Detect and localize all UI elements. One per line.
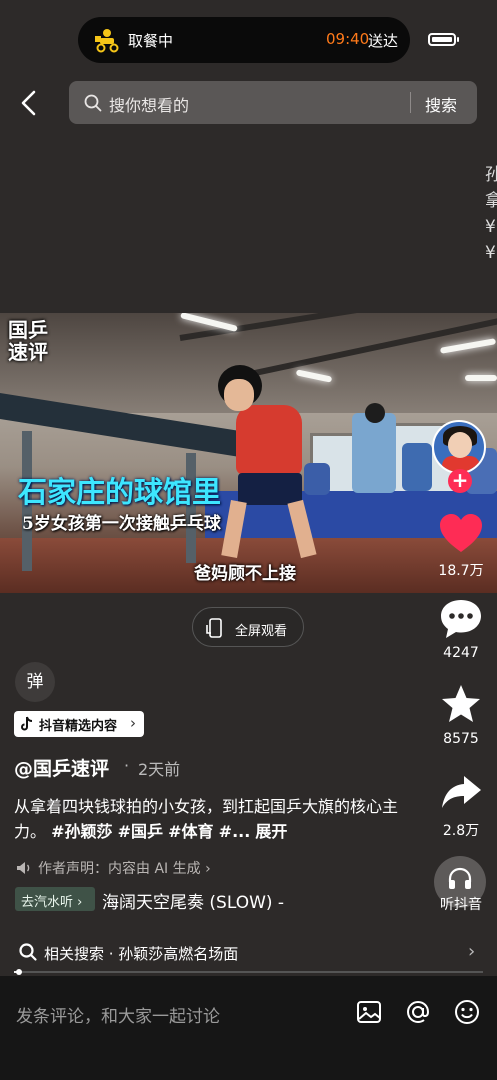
chevron-right-icon: › xyxy=(468,941,476,962)
ai-notice[interactable]: 作者声明：内容由 AI 生成 › xyxy=(16,858,211,878)
emoji-icon[interactable] xyxy=(453,998,481,1026)
share-arrow-icon[interactable] xyxy=(438,772,484,812)
hashtag[interactable]: #国乒 xyxy=(118,822,163,841)
image-icon[interactable] xyxy=(355,998,383,1026)
video-subline: 5岁女孩第一次接触乒乓球 xyxy=(22,514,221,534)
at-icon[interactable] xyxy=(404,998,432,1026)
search-bar[interactable]: 搜你想看的 搜索 xyxy=(69,81,477,124)
like-heart-icon[interactable] xyxy=(438,512,484,556)
search-input[interactable]: 搜你想看的 xyxy=(109,92,189,116)
speaker-icon xyxy=(17,862,30,874)
search-icon xyxy=(19,943,37,961)
danmaku-toggle[interactable]: 弹 xyxy=(15,662,55,702)
delivery-rider-icon xyxy=(95,29,119,53)
share-count: 2.8万 xyxy=(442,823,480,839)
fullscreen-button[interactable]: 全屏观看 xyxy=(192,607,304,647)
hashtag[interactable]: #孙颖莎 xyxy=(51,822,112,841)
comment-count: 4247 xyxy=(443,645,479,661)
order-status-text: 取餐中 xyxy=(128,32,174,50)
douyin-logo-icon xyxy=(21,716,33,731)
offscreen-comment-text: 孙 拿 ¥ ¥ xyxy=(485,165,497,263)
author-name[interactable]: @国乒速评 xyxy=(14,754,109,781)
expand-button[interactable]: 展开 xyxy=(255,822,287,841)
selected-content-tag[interactable]: 抖音精选内容 › xyxy=(14,711,144,737)
related-search-bar[interactable]: 相关搜索 · 孙颖莎高燃名场面 › xyxy=(0,936,497,970)
back-icon[interactable] xyxy=(14,86,46,120)
hashtag[interactable]: #体育 xyxy=(168,822,213,841)
hashtag[interactable]: #... xyxy=(219,822,251,841)
progress-knob[interactable] xyxy=(15,969,22,975)
search-divider xyxy=(410,92,411,113)
battery-icon xyxy=(428,33,459,46)
ai-notice-text: 作者声明：内容由 AI 生成 xyxy=(38,861,201,877)
chevron-right-icon: › xyxy=(130,714,136,732)
video-headline: 石家庄的球馆里 xyxy=(18,475,222,509)
fullscreen-label: 全屏观看 xyxy=(235,624,288,639)
favorite-star-icon[interactable] xyxy=(438,683,484,725)
separator-dot: · xyxy=(124,756,130,775)
delivery-time: 09:40 xyxy=(326,30,370,48)
music-title[interactable]: 海阔天空尾奏 (SLOW) - xyxy=(102,888,284,913)
comment-input[interactable]: 发条评论，和大家一起讨论 xyxy=(16,1002,220,1027)
favorite-count: 8575 xyxy=(443,731,479,747)
chevron-right-icon: › xyxy=(205,861,211,877)
status-pill[interactable]: 取餐中 09:40 送达 xyxy=(78,17,410,63)
channel-watermark: 国乒速评 xyxy=(8,318,48,364)
rotate-screen-icon xyxy=(206,618,222,638)
search-button[interactable]: 搜索 xyxy=(425,92,457,116)
video-description[interactable]: 从拿着四块钱球拍的小女孩，到扛起国乒大旗的核心主力。 #孙颖莎 #国乒 #体育 … xyxy=(14,794,414,844)
comment-bubble-icon[interactable] xyxy=(438,598,484,640)
author-avatar[interactable] xyxy=(432,420,486,474)
related-search-label: 相关搜索 · 孙颖莎高燃名场面 xyxy=(44,945,239,963)
post-time: 2天前 xyxy=(138,760,181,779)
video-progress-bar[interactable] xyxy=(14,969,483,975)
selected-tag-label: 抖音精选内容 xyxy=(39,719,118,734)
video-player[interactable]: 国乒速评 石家庄的球馆里 5岁女孩第一次接触乒乓球 爸妈顾不上接 xyxy=(0,313,497,593)
like-count: 18.7万 xyxy=(438,563,484,579)
search-icon xyxy=(84,94,102,112)
comment-bar: 发条评论，和大家一起讨论 xyxy=(0,976,497,1080)
headphones-icon xyxy=(448,867,472,889)
music-app-label: 去汽水听 › xyxy=(21,895,83,910)
video-caption: 爸妈顾不上接 xyxy=(194,564,296,584)
follow-plus-icon[interactable]: + xyxy=(448,469,472,493)
delivery-suffix: 送达 xyxy=(368,32,399,50)
music-app-tag[interactable]: 去汽水听 › xyxy=(15,887,95,911)
listen-label: 听抖音 xyxy=(440,897,482,913)
